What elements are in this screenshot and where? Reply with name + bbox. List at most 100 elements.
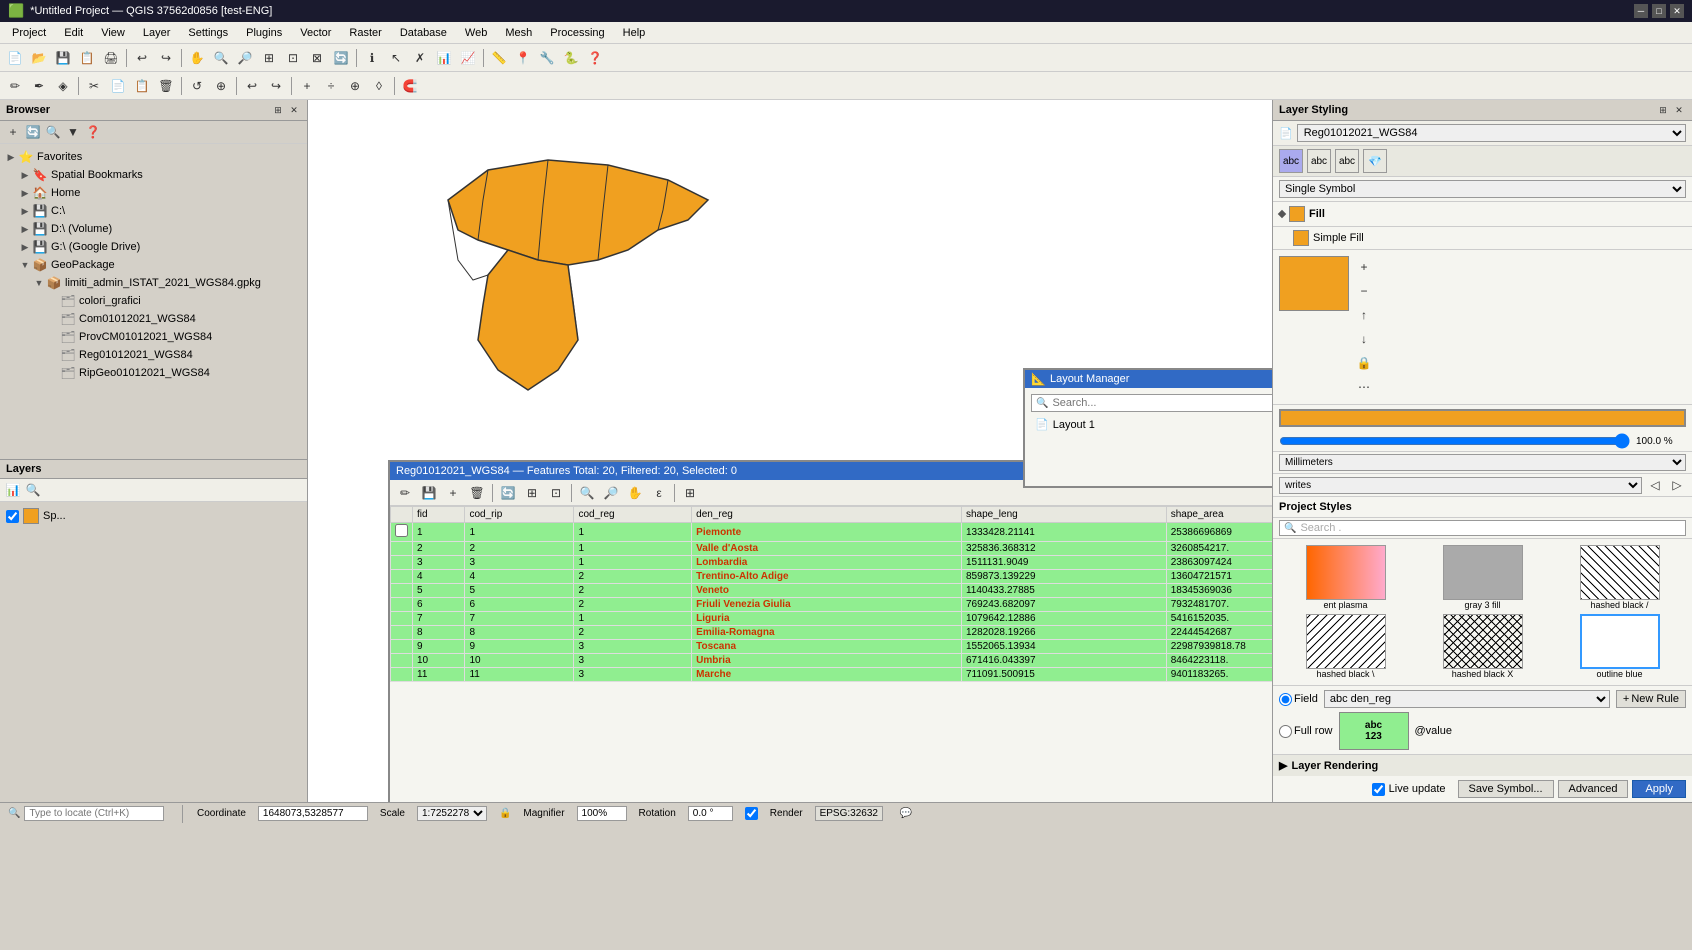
layer-item-reg[interactable]: Sp...	[4, 506, 303, 526]
symbol-btn-2[interactable]: −	[1353, 280, 1375, 302]
writes-btn-1[interactable]: ◁	[1646, 476, 1664, 494]
undo-btn[interactable]: ↩	[131, 47, 153, 69]
col-shape-leng[interactable]: shape_leng	[961, 507, 1166, 523]
delete-selected-btn[interactable]: 🗑	[155, 75, 177, 97]
style-tab-abc1[interactable]: abc	[1279, 149, 1303, 173]
save-project-btn[interactable]: 💾	[52, 47, 74, 69]
layers-open-attr-btn[interactable]: 📊	[4, 481, 22, 499]
tree-drive-g[interactable]: ▶ 💾 G:\ (Google Drive)	[4, 238, 303, 256]
tree-rip[interactable]: ▶ 🗂 RipGeo01012021_WGS84	[4, 364, 303, 382]
color-preview-bar[interactable]	[1279, 409, 1686, 427]
menu-project[interactable]: Project	[4, 25, 54, 41]
col-cod-rip[interactable]: cod_rip	[465, 507, 574, 523]
tree-drive-c[interactable]: ▶ 💾 C:\	[4, 202, 303, 220]
refresh-btn[interactable]: 🔄	[330, 47, 352, 69]
tree-colori[interactable]: ▶ 🗂 colori_grafici	[4, 292, 303, 310]
menu-mesh[interactable]: Mesh	[497, 25, 540, 41]
save-symbol-btn[interactable]: Save Symbol...	[1458, 780, 1554, 798]
symbol-btn-4[interactable]: ↓	[1353, 328, 1375, 350]
open-table-btn[interactable]: 📊	[433, 47, 455, 69]
split-features-btn[interactable]: ÷	[320, 75, 342, 97]
attr-refresh-btn[interactable]: 🔄	[497, 482, 519, 504]
style-tab-gem[interactable]: 💎	[1363, 149, 1387, 173]
attr-delete-row-btn[interactable]: 🗑	[466, 482, 488, 504]
opacity-slider[interactable]	[1279, 433, 1630, 449]
attr-pan-to-btn[interactable]: ✋	[624, 482, 646, 504]
preset-gray[interactable]: gray 3 fill	[1416, 545, 1549, 610]
paste-features-btn[interactable]: 📋	[131, 75, 153, 97]
layer-rendering-header[interactable]: ▶ Layer Rendering	[1273, 754, 1692, 776]
map-canvas[interactable]: 📐 Layout Manager ─ □ ✕ 🔍 📄 Layout	[308, 100, 1272, 802]
browser-add-btn[interactable]: +	[4, 123, 22, 141]
rotate-features-btn[interactable]: ↺	[186, 75, 208, 97]
browser-filter-btn[interactable]: 🔍	[44, 123, 62, 141]
live-update-checkbox[interactable]	[1372, 783, 1385, 796]
col-den-reg[interactable]: den_reg	[692, 507, 962, 523]
styling-close-btn[interactable]: ✕	[1672, 103, 1686, 117]
symbol-btn-6[interactable]: ⋯	[1353, 376, 1375, 398]
browser-collapse-btn[interactable]: ▼	[64, 123, 82, 141]
save-as-btn[interactable]: 📋	[76, 47, 98, 69]
plugins-btn[interactable]: 🔧	[536, 47, 558, 69]
attr-add-row-btn[interactable]: +	[442, 482, 464, 504]
tree-home[interactable]: ▶ 🏠 Home	[4, 184, 303, 202]
layer-dropdown[interactable]: Reg01012021_WGS84	[1297, 124, 1686, 142]
radio-fullrow[interactable]: Full row	[1279, 725, 1333, 738]
preset-hatch-back[interactable]: hashed black \	[1279, 614, 1412, 679]
digitize-btn[interactable]: ✒	[28, 75, 50, 97]
menu-help[interactable]: Help	[615, 25, 654, 41]
menu-layer[interactable]: Layer	[135, 25, 179, 41]
coordinate-capture-btn[interactable]: 📍	[512, 47, 534, 69]
deselect-btn[interactable]: ✗	[409, 47, 431, 69]
python-btn[interactable]: 🐍	[560, 47, 582, 69]
browser-close-btn[interactable]: ✕	[287, 103, 301, 117]
layout-manager-search-input[interactable]	[1052, 397, 1272, 409]
zoom-full-btn[interactable]: ⊞	[258, 47, 280, 69]
open-project-btn[interactable]: 📂	[28, 47, 50, 69]
advanced-btn[interactable]: Advanced	[1558, 780, 1629, 798]
print-btn[interactable]: 🖨	[100, 47, 122, 69]
browser-help-btn[interactable]: ❓	[84, 123, 102, 141]
style-tab-abc3[interactable]: abc	[1335, 149, 1359, 173]
attr-edit-btn[interactable]: ✏	[394, 482, 416, 504]
minimize-button[interactable]: ─	[1634, 4, 1648, 18]
cut-features-btn[interactable]: ✂	[83, 75, 105, 97]
style-tab-abc2[interactable]: abc	[1307, 149, 1331, 173]
layer-visibility-check[interactable]	[6, 510, 19, 523]
zoom-out-btn[interactable]: 🔎	[234, 47, 256, 69]
writes-dropdown[interactable]: writes	[1279, 477, 1642, 494]
menu-raster[interactable]: Raster	[341, 25, 389, 41]
preset-outline[interactable]: outline blue	[1553, 614, 1686, 679]
close-button[interactable]: ✕	[1670, 4, 1684, 18]
renderer-dropdown[interactable]: Single Symbol	[1279, 180, 1686, 198]
pan-btn[interactable]: ✋	[186, 47, 208, 69]
radio-fullrow-input[interactable]	[1279, 725, 1292, 738]
tree-gpkg-file[interactable]: ▼ 📦 limiti_admin_ISTAT_2021_WGS84.gpkg	[4, 274, 303, 292]
maximize-button[interactable]: □	[1652, 4, 1666, 18]
scale-select[interactable]: 1:7252278	[417, 806, 487, 821]
node-tool-btn[interactable]: ◈	[52, 75, 74, 97]
snapping-btn[interactable]: 🧲	[399, 75, 421, 97]
redo-edits-btn[interactable]: ↪	[265, 75, 287, 97]
preset-hatch-cross[interactable]: hashed black X	[1416, 614, 1549, 679]
radio-field-input[interactable]	[1279, 693, 1292, 706]
magnifier-input[interactable]	[577, 806, 627, 821]
browser-float-btn[interactable]: ⊞	[271, 103, 285, 117]
add-feature-btn[interactable]: +	[296, 75, 318, 97]
undo-edits-btn[interactable]: ↩	[241, 75, 263, 97]
zoom-selection-btn[interactable]: ⊡	[282, 47, 304, 69]
statistics-btn[interactable]: 📈	[457, 47, 479, 69]
menu-plugins[interactable]: Plugins	[238, 25, 290, 41]
row-checkbox[interactable]	[395, 524, 408, 537]
select-btn[interactable]: ↖	[385, 47, 407, 69]
coordinate-input[interactable]	[258, 806, 368, 821]
writes-btn-2[interactable]: ▷	[1668, 476, 1686, 494]
col-fid[interactable]: fid	[413, 507, 465, 523]
menu-processing[interactable]: Processing	[542, 25, 612, 41]
col-cod-reg[interactable]: cod_reg	[574, 507, 692, 523]
tree-com[interactable]: ▶ 🗂 Com01012021_WGS84	[4, 310, 303, 328]
edit-toggle-btn[interactable]: ✏	[4, 75, 26, 97]
attr-dock-btn[interactable]: ⊞	[679, 482, 701, 504]
attr-save-btn[interactable]: 💾	[418, 482, 440, 504]
symbol-btn-5[interactable]: 🔒	[1353, 352, 1375, 374]
